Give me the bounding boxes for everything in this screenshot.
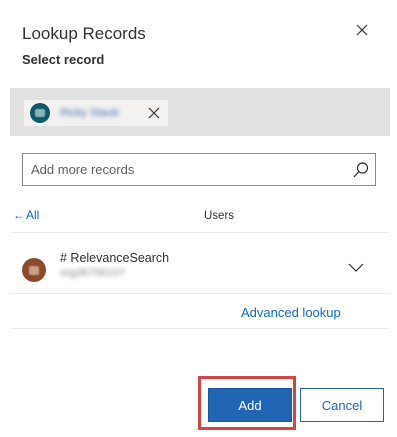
dialog-subtitle: Select record — [22, 52, 105, 67]
cancel-button[interactable]: Cancel — [300, 388, 384, 422]
search-icon — [353, 162, 369, 178]
avatar — [30, 103, 50, 123]
divider — [10, 293, 390, 294]
list-item[interactable]: # RelevanceSearch org3675610? — [10, 236, 390, 292]
selected-record-name: Ricky Staub — [60, 107, 119, 119]
close-button[interactable] — [352, 20, 372, 40]
divider — [10, 328, 390, 329]
back-to-all-label: All — [26, 208, 40, 222]
entity-header: Users — [204, 210, 235, 222]
avatar-image — [29, 265, 39, 275]
arrow-left-icon: ← — [13, 208, 25, 222]
list-item-name: # RelevanceSearch — [60, 251, 170, 265]
list-item-secondary: org3675610? — [60, 267, 125, 279]
chevron-down-icon — [348, 263, 364, 272]
expand-button[interactable] — [346, 260, 366, 274]
search-input[interactable] — [23, 154, 343, 185]
selected-record-chip[interactable]: Ricky Staub — [24, 100, 168, 126]
search-button[interactable] — [351, 160, 371, 180]
close-icon — [356, 24, 368, 36]
search-box — [22, 153, 376, 186]
divider — [10, 232, 390, 233]
avatar-image — [35, 109, 45, 117]
add-button[interactable]: Add — [208, 388, 292, 422]
advanced-lookup-link[interactable]: Advanced lookup — [241, 305, 341, 320]
close-icon — [148, 107, 160, 119]
remove-record-button[interactable] — [145, 104, 163, 122]
avatar — [22, 258, 46, 282]
back-to-all-link[interactable]: ← All — [13, 208, 39, 222]
dialog-title: Lookup Records — [22, 24, 146, 43]
